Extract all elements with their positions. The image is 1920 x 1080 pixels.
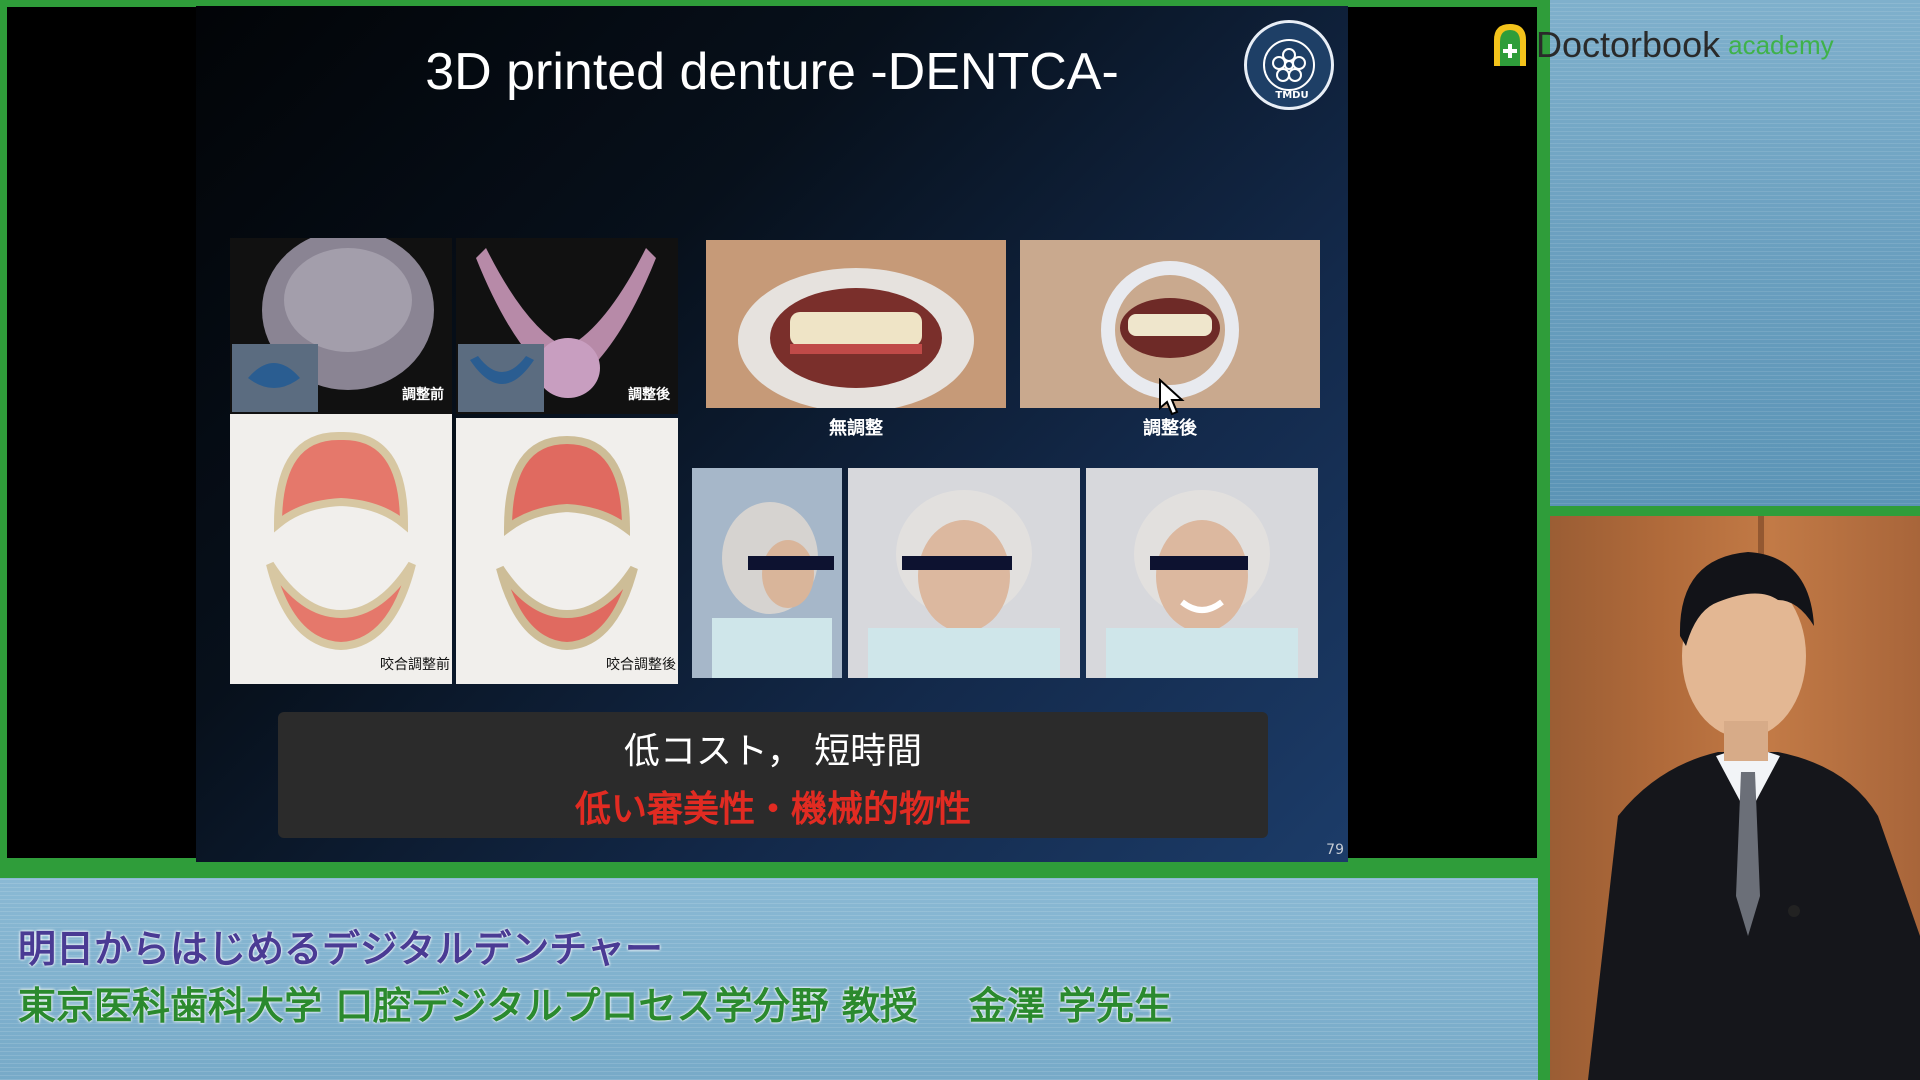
photo-occlusal-after: 咬合調整後 [456, 418, 678, 684]
doctorbook-logo: Doctorbook academy [1490, 22, 1834, 68]
photo-patient-smile [1086, 468, 1318, 678]
summary-line-pros: 低コスト， 短時間 [623, 731, 923, 772]
presenter-video [1548, 516, 1920, 1080]
seal-text: TMDU [1275, 90, 1309, 101]
doctorbook-logo-icon [1490, 22, 1530, 68]
summary-box: 低コスト， 短時間 低い審美性・機械的物性 [278, 712, 1268, 838]
flower-emblem-icon [1263, 39, 1315, 91]
photo-patient-front [848, 468, 1080, 678]
photo-occlusal-before: 咬合調整前 [230, 414, 452, 684]
mouse-cursor-icon [1158, 377, 1186, 422]
photo-patient-profile [692, 468, 842, 678]
privacy-bar [748, 556, 834, 570]
logo-name: Doctorbook [1536, 24, 1721, 65]
caption-no-adjust: 無調整 [829, 418, 883, 439]
frame-divider-horizontal [1548, 506, 1920, 516]
privacy-bar [1150, 556, 1248, 570]
caption-occlusal-after: 咬合調整後 [606, 657, 676, 673]
university-seal-logo: TMDU [1244, 20, 1334, 110]
summary-line-cons: 低い審美性・機械的物性 [574, 789, 971, 830]
caption-before-adjust: 調整前 [402, 387, 444, 403]
photo-denture-base-before: 調整前 [230, 238, 452, 414]
slide-page-number: 79 [1326, 842, 1344, 858]
privacy-bar [902, 556, 1012, 570]
banner-top-border [0, 868, 1538, 878]
presentation-slide: 3D printed denture -DENTCA- TMDU 調整前 調整後… [196, 6, 1348, 862]
caption-occlusal-before: 咬合調整前 [380, 657, 450, 673]
photo-mouth-no-adjust [706, 240, 1006, 408]
photo-denture-base-after: 調整後 [456, 238, 678, 414]
logo-sub: academy [1728, 29, 1834, 60]
speaker-name: 東京医科歯科大学 口腔デジタルプロセス学分野 教授 金澤 学先生 [18, 984, 1173, 1028]
slide-title: 3D printed denture -DENTCA- [425, 43, 1119, 101]
caption-after-adjust: 調整後 [628, 387, 670, 403]
lecture-title: 明日からはじめるデジタルデンチャー [18, 927, 663, 971]
right-top-panel [1548, 0, 1920, 508]
